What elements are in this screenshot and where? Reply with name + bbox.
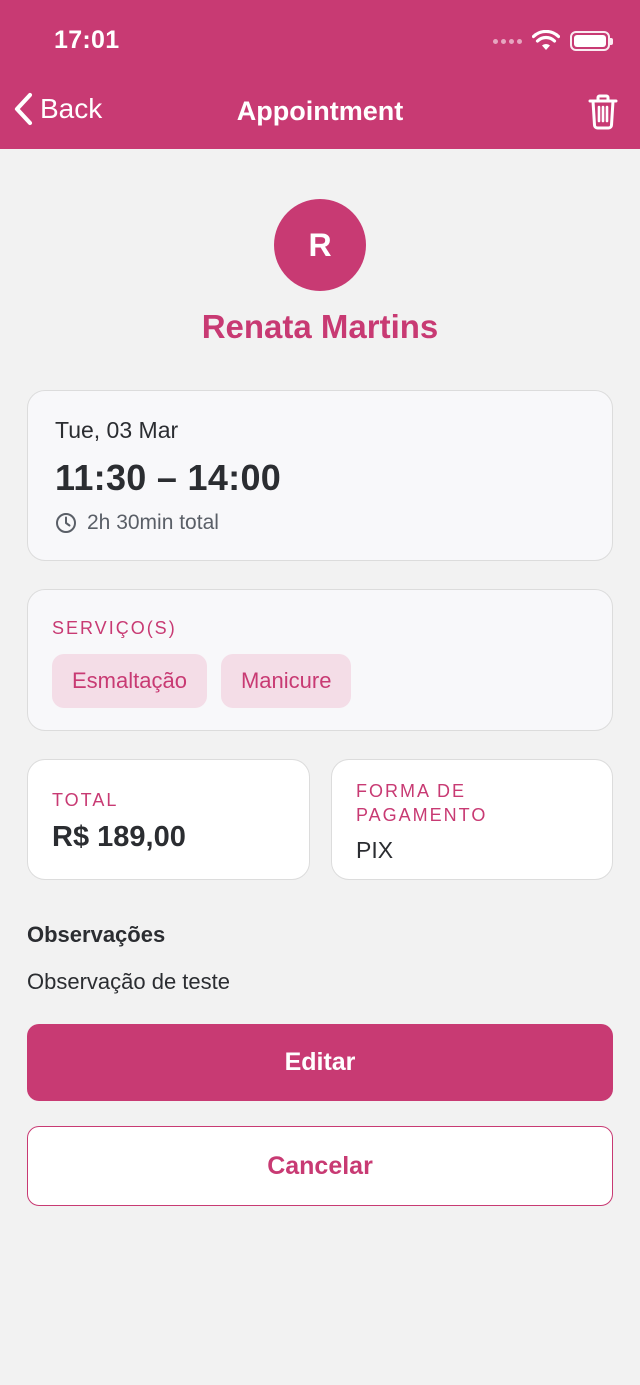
services-card: SERVIÇO(S) Esmaltação Manicure [27,589,613,731]
total-label: TOTAL [52,790,119,810]
service-chip: Manicure [220,654,352,708]
total-card: TOTAL R$ 189,00 [27,759,310,880]
service-chip: Esmaltação [52,654,207,708]
notes-title: Observações [27,922,166,947]
notes-text: Observação de teste [27,969,231,994]
delete-button[interactable] [588,94,618,135]
payment-method-card: FORMA DE PAGAMENTO PIX [331,759,613,880]
app-header: 17:01 Back Appointment [0,0,640,149]
trash-icon [588,94,618,130]
duration-text: 2h 30min total [87,511,219,534]
service-chips: Esmaltação Manicure [52,654,352,708]
signal-icon [493,38,522,44]
cancel-button[interactable]: Cancelar [27,1126,613,1206]
clock-icon [56,513,76,533]
services-label: SERVIÇO(S) [52,618,177,638]
status-time: 17:01 [54,26,120,54]
appointment-date: Tue, 03 Mar [55,417,179,443]
client-avatar: R [274,199,366,291]
battery-icon [570,31,613,51]
page-title: Appointment [236,96,404,126]
schedule-card: Tue, 03 Mar 11:30 – 14:00 2h 30min total [27,390,613,561]
status-icons [493,26,613,56]
appointment-duration: 2h 30min total [55,511,219,535]
edit-button[interactable]: Editar [27,1024,613,1101]
payment-method-label: FORMA DE PAGAMENTO [356,781,488,825]
client-name: Renata Martins [201,308,439,345]
wifi-icon [532,30,560,50]
total-value: R$ 189,00 [52,821,186,853]
payment-method-value: PIX [356,837,394,863]
appointment-time-range: 11:30 – 14:00 [55,457,282,498]
